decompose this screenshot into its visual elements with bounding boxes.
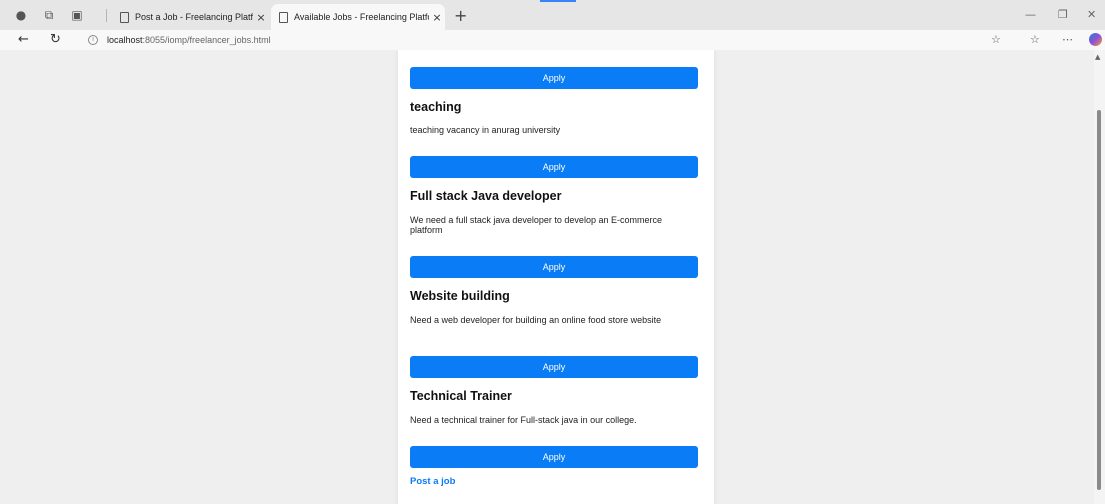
page-viewport: Apply teaching teaching vacancy in anura… xyxy=(0,50,1105,504)
url-host: localhost xyxy=(107,35,143,45)
page-icon xyxy=(279,11,288,23)
job-description: teaching vacancy in anurag university xyxy=(410,125,561,135)
tab-available-jobs[interactable]: Available Jobs - Freelancing Platform × xyxy=(271,4,445,30)
address-bar: ← ↻ i localhost:8055/iomp/freelancer_job… xyxy=(0,30,1105,50)
page-icon xyxy=(120,11,129,23)
url-field[interactable]: i localhost:8055/iomp/freelancer_jobs.ht… xyxy=(80,31,1017,49)
window-close-icon[interactable]: ✕ xyxy=(1087,8,1096,21)
copilot-icon[interactable] xyxy=(1089,33,1102,46)
jobs-card: Apply teaching teaching vacancy in anura… xyxy=(398,50,714,504)
workspaces-icon[interactable]: ⧉ xyxy=(42,8,56,22)
job-title: Technical Trainer xyxy=(410,389,512,403)
apply-button[interactable]: Apply xyxy=(410,256,698,278)
apply-button[interactable]: Apply xyxy=(410,446,698,468)
tab-actions-icon[interactable]: ▣ xyxy=(70,8,84,22)
close-icon[interactable]: × xyxy=(429,11,445,24)
job-title: teaching xyxy=(410,100,462,114)
info-icon[interactable]: i xyxy=(88,35,98,45)
apply-button[interactable]: Apply xyxy=(410,156,698,178)
url-path: :8055/iomp/freelancer_jobs.html xyxy=(142,35,271,45)
tab-bar-accent xyxy=(540,0,576,2)
page-scrollbar[interactable]: ▲ xyxy=(1094,50,1105,504)
tab-title: Post a Job - Freelancing Platform xyxy=(135,12,253,22)
more-icon[interactable]: ⋯ xyxy=(1062,33,1073,46)
scrollbar-thumb[interactable] xyxy=(1097,110,1101,490)
back-icon[interactable]: ← xyxy=(18,32,29,47)
tab-bar: ● ⧉ ▣ Post a Job - Freelancing Platform … xyxy=(0,0,1105,30)
favorites-list-icon[interactable]: ☆ xyxy=(1030,33,1040,46)
job-title: Website building xyxy=(410,289,510,303)
favorite-icon[interactable]: ☆ xyxy=(991,33,1001,46)
job-description: We need a full stack java developer to d… xyxy=(410,215,662,235)
tab-post-a-job[interactable]: Post a Job - Freelancing Platform × xyxy=(112,4,269,30)
profile-icon[interactable]: ● xyxy=(14,8,28,22)
job-description: Need a technical trainer for Full-stack … xyxy=(410,415,637,425)
post-a-job-link[interactable]: Post a job xyxy=(410,476,455,487)
job-description: Need a web developer for building an onl… xyxy=(410,315,662,325)
tab-separator xyxy=(106,9,107,22)
close-icon[interactable]: × xyxy=(253,11,269,24)
restore-icon[interactable]: ❐ xyxy=(1058,8,1068,21)
apply-button[interactable]: Apply xyxy=(410,67,698,89)
job-title: Full stack Java developer xyxy=(410,189,562,203)
tab-title: Available Jobs - Freelancing Platform xyxy=(294,12,429,22)
refresh-icon[interactable]: ↻ xyxy=(50,32,61,47)
new-tab-button[interactable]: + xyxy=(454,6,467,25)
minimize-icon[interactable]: — xyxy=(1025,8,1036,21)
apply-button[interactable]: Apply xyxy=(410,356,698,378)
scroll-up-icon[interactable]: ▲ xyxy=(1095,53,1100,61)
